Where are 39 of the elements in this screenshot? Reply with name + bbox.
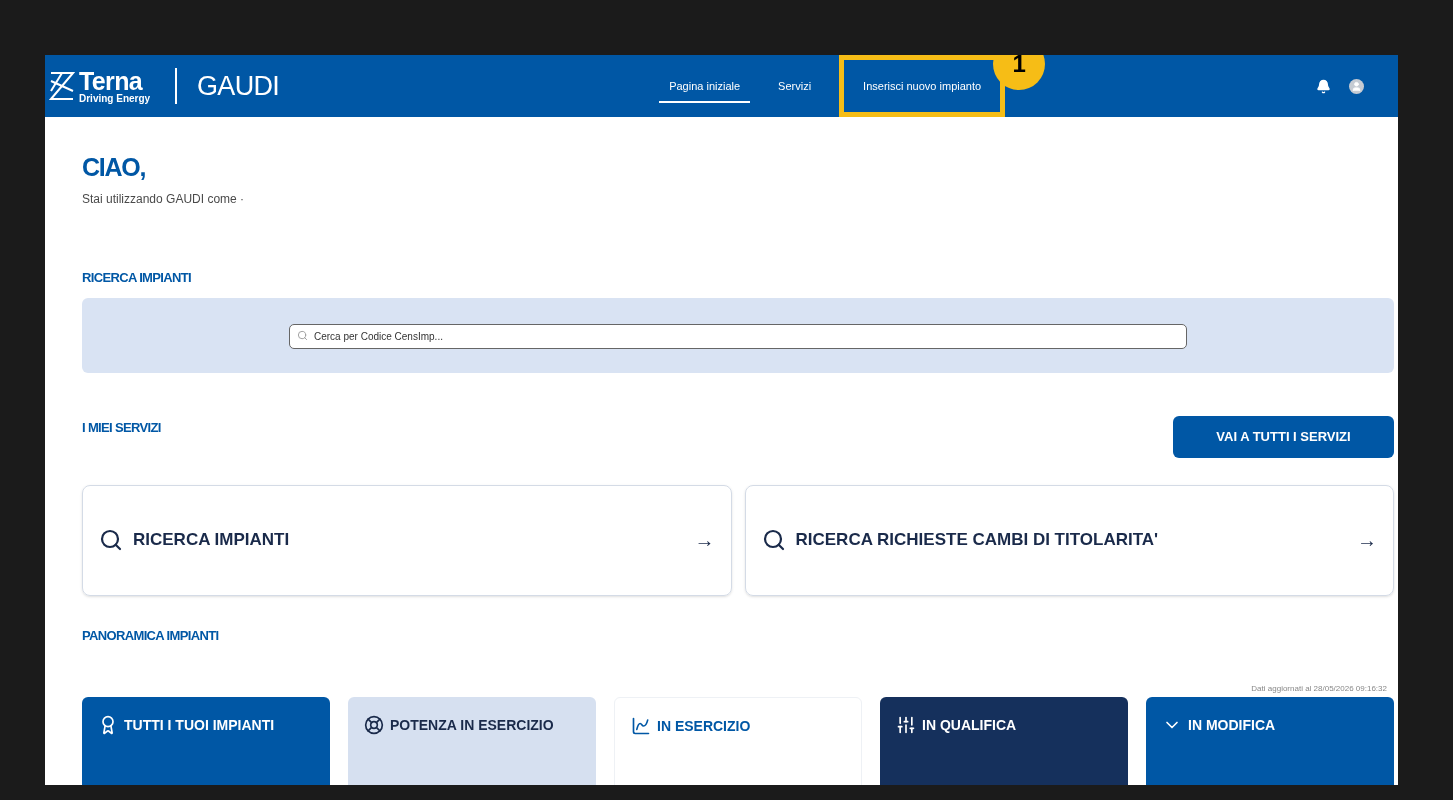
arrow-icon: → bbox=[694, 525, 715, 555]
tile-title: TUTTI I TUOI IMPIANTI bbox=[124, 716, 275, 735]
sliders-icon bbox=[896, 715, 916, 735]
overview-tile[interactable]: TUTTI I TUOI IMPIANTI bbox=[82, 697, 330, 785]
greeting-subtitle: Stai utilizzando GAUDI come · bbox=[82, 191, 246, 208]
service-card-title: RICERCA IMPIANTI bbox=[133, 529, 290, 552]
greeting-title: CIAO, bbox=[82, 155, 147, 180]
service-card[interactable]: RICERCA IMPIANTI → bbox=[82, 484, 732, 596]
overview-tile[interactable]: IN MODIFICA bbox=[1146, 697, 1394, 785]
line-chart-icon bbox=[631, 716, 651, 736]
overview-tile[interactable]: IN ESERCIZIO bbox=[614, 697, 862, 785]
overview-tile[interactable]: POTENZA IN ESERCIZIO bbox=[348, 697, 596, 785]
search-icon bbox=[297, 329, 308, 341]
nav-link[interactable]: Servizi bbox=[768, 55, 822, 117]
step-number-badge: 1 bbox=[993, 55, 1046, 90]
app-name: GAUDI bbox=[197, 69, 280, 103]
user-avatar-icon[interactable] bbox=[1349, 78, 1364, 94]
nav-link[interactable]: Pagina iniziale bbox=[659, 55, 751, 117]
arrow-icon: → bbox=[1357, 525, 1377, 555]
last-updated-text: Dati aggiornati al 28/05/2026 09:16:32 bbox=[1251, 683, 1387, 695]
tile-title: POTENZA IN ESERCIZIO bbox=[390, 716, 554, 735]
service-card-title: RICERCA RICHIESTE CAMBI DI TITOLARITA' bbox=[795, 529, 1159, 552]
search-field[interactable]: Cerca per Codice CensImp... bbox=[289, 323, 1187, 349]
search-icon bbox=[99, 528, 123, 552]
overview-tile[interactable]: IN QUALIFICA bbox=[880, 697, 1128, 785]
terna-logo-icon bbox=[49, 71, 75, 101]
section-title: I MIEI SERVIZI bbox=[82, 418, 161, 437]
lifebuoy-icon bbox=[364, 715, 384, 735]
tile-title: IN ESERCIZIO bbox=[657, 717, 751, 736]
search-icon bbox=[761, 528, 786, 552]
tile-title: IN MODIFICA bbox=[1188, 716, 1276, 735]
brand-name: Terna bbox=[79, 68, 143, 94]
all-services-button[interactable]: VAI A TUTTI I SERVIZI bbox=[1173, 415, 1394, 458]
section-title: RICERCA IMPIANTI bbox=[82, 269, 192, 287]
service-card[interactable]: RICERCA RICHIESTE CAMBI DI TITOLARITA' → bbox=[744, 484, 1394, 596]
section-title: PANORAMICA IMPIANTI bbox=[82, 626, 220, 645]
brand-tagline: Driving Energy bbox=[79, 93, 151, 104]
tile-title: IN QUALIFICA bbox=[922, 716, 1017, 735]
notifications-bell-icon[interactable] bbox=[1316, 78, 1331, 94]
